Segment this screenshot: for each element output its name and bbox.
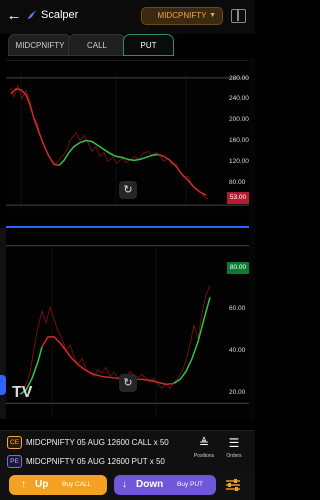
positions-button[interactable]: ≜ Positions bbox=[189, 435, 219, 467]
position-label: MIDCPNIFTY 05 AUG 12600 CALL x 50 bbox=[26, 438, 169, 447]
tab-put[interactable]: PUT bbox=[123, 34, 174, 56]
bottom-y-tick-label: 20.00 bbox=[229, 389, 246, 396]
chart-reset-button[interactable]: ↻ bbox=[119, 181, 137, 199]
orders-label: Orders bbox=[226, 453, 242, 459]
bottom-y-tick-label: 60.00 bbox=[229, 305, 246, 312]
option-type-badge: PE bbox=[7, 455, 22, 468]
action-bar: ↑ Up Buy CALL ↓ Down Buy PUT bbox=[0, 470, 255, 500]
instrument-tabs: MIDCPNIFTY CALL PUT bbox=[0, 34, 255, 57]
back-icon[interactable]: ← bbox=[6, 8, 22, 24]
buy-call-button[interactable]: ↑ Up Buy CALL bbox=[9, 475, 107, 495]
top-y-tick-label: 240.00 bbox=[229, 95, 249, 102]
bottom-last-price-tag: 80.00 bbox=[227, 262, 249, 274]
down-label: Down bbox=[136, 479, 164, 490]
up-label: Up bbox=[35, 479, 49, 490]
orders-list-icon: ☰ bbox=[228, 436, 240, 450]
tab-midcpnifty[interactable]: MIDCPNIFTY bbox=[8, 34, 72, 56]
app-header: ← Scalper MIDCPNIFTY ▼ bbox=[0, 0, 255, 34]
top-y-tick-label: 160.00 bbox=[229, 137, 249, 144]
top-last-price-tag: 53.00 bbox=[227, 192, 249, 204]
arrow-down-icon: ↓ bbox=[122, 479, 127, 490]
price-scale-strip bbox=[249, 58, 255, 420]
sliders-icon[interactable] bbox=[225, 478, 241, 492]
top-y-tick-label: 120.00 bbox=[229, 158, 249, 165]
buy-put-button[interactable]: ↓ Down Buy PUT bbox=[114, 475, 216, 495]
chevron-down-icon: ▼ bbox=[209, 12, 216, 19]
drawer-handle[interactable] bbox=[0, 375, 6, 395]
put-price-chart[interactable]: ↻ bbox=[6, 60, 249, 221]
chart-reset-button[interactable]: ↻ bbox=[119, 374, 137, 392]
top-y-tick-label: 280.00 bbox=[229, 75, 249, 82]
position-row[interactable]: PE MIDCPNIFTY 05 AUG 12600 PUT x 50 bbox=[0, 453, 188, 471]
position-row[interactable]: CE MIDCPNIFTY 05 AUG 12600 CALL x 50 bbox=[0, 434, 188, 452]
tab-call[interactable]: CALL bbox=[68, 34, 126, 56]
app-title: Scalper bbox=[41, 9, 79, 21]
option-type-badge: CE bbox=[7, 436, 22, 449]
bottom-y-tick-label: 40.00 bbox=[229, 347, 246, 354]
position-label: MIDCPNIFTY 05 AUG 12600 PUT x 50 bbox=[26, 457, 165, 466]
top-y-tick-label: 200.00 bbox=[229, 116, 249, 123]
top-y-tick-label: 80.00 bbox=[229, 179, 246, 186]
symbol-selector-label: MIDCPNIFTY bbox=[157, 11, 207, 20]
buy-put-label: Buy PUT bbox=[177, 481, 204, 488]
rocket-icon bbox=[28, 10, 36, 19]
buy-call-label: Buy CALL bbox=[62, 481, 92, 488]
orders-button[interactable]: ☰ Orders bbox=[219, 435, 249, 467]
symbol-selector-button[interactable]: MIDCPNIFTY ▼ bbox=[141, 7, 223, 25]
call-price-chart[interactable]: ↻ bbox=[6, 226, 249, 419]
split-layout-icon[interactable] bbox=[231, 9, 246, 23]
positions-label: Positions bbox=[193, 453, 215, 459]
tradingview-logo-icon: TV bbox=[12, 384, 33, 401]
arrow-up-icon: ↑ bbox=[21, 479, 26, 490]
positions-icon: ≜ bbox=[198, 436, 210, 450]
open-positions: CE MIDCPNIFTY 05 AUG 12600 CALL x 50 PE … bbox=[0, 430, 255, 470]
